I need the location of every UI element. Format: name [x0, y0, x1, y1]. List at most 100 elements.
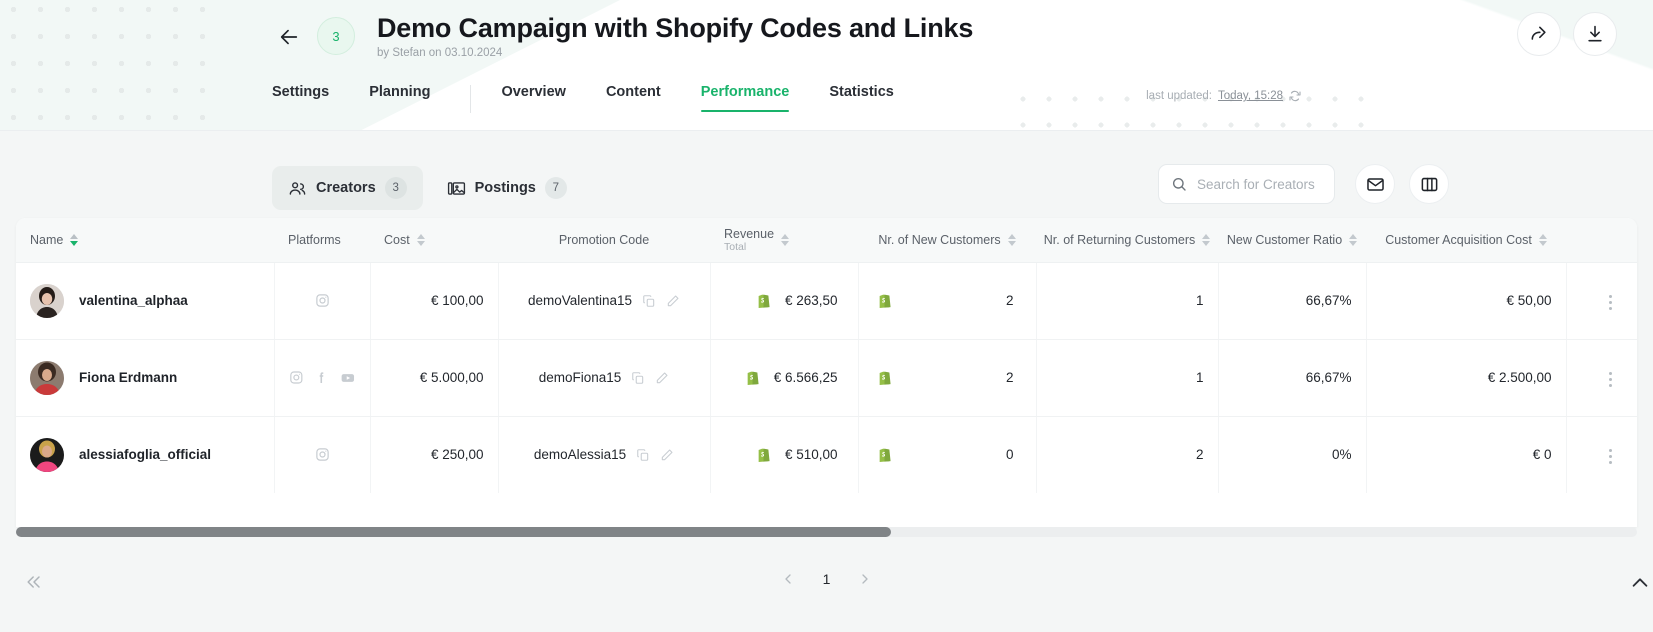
refresh-icon[interactable]	[1289, 90, 1301, 102]
cell-creator: Fiona Erdmann	[16, 339, 274, 417]
tab-content[interactable]: Content	[606, 85, 661, 113]
kebab-menu-icon[interactable]	[1603, 443, 1618, 470]
th-revenue[interactable]: Revenue Total	[710, 218, 858, 263]
avatar-image	[30, 437, 64, 472]
email-creators-button[interactable]	[1355, 164, 1395, 204]
tab-bar: Settings Planning Overview Content Perfo…	[0, 74, 1653, 131]
th-revenue-label: Revenue	[724, 226, 775, 241]
kebab-menu-icon[interactable]	[1603, 366, 1618, 393]
tab-overview[interactable]: Overview	[501, 85, 566, 113]
table-body: valentina_alphaa € 100,00 demoValentina1…	[16, 262, 1637, 493]
new-customers-value: 2	[1005, 293, 1014, 308]
download-button[interactable]	[1573, 12, 1617, 56]
chevron-left-icon	[784, 574, 791, 584]
th-cost[interactable]: Cost	[370, 218, 498, 263]
th-new-customers[interactable]: Nr. of New Customers	[858, 218, 1036, 263]
table-row[interactable]: Fiona Erdmann € 5.000,00 demoFiona15 € 6…	[16, 339, 1637, 417]
sort-toggle-new-customer-ratio[interactable]	[1349, 233, 1358, 246]
th-new-customers-label: Nr. of New Customers	[878, 232, 1001, 247]
sort-toggle-returning-customers[interactable]	[1202, 233, 1211, 246]
scroll-to-top-button[interactable]	[1623, 566, 1653, 600]
sort-toggle-new-customers[interactable]	[1007, 233, 1016, 246]
cell-cac: € 50,00	[1365, 262, 1566, 340]
tab-performance[interactable]: Performance	[700, 85, 789, 113]
pagination-current-page[interactable]: 1	[823, 571, 831, 587]
copy-icon[interactable]	[636, 448, 650, 462]
avatar	[30, 283, 64, 318]
cell-creator: alessiafoglia_official	[16, 416, 274, 493]
tab-settings[interactable]: Settings	[272, 85, 329, 113]
cell-cost: € 5.000,00	[369, 339, 498, 417]
tab-planning[interactable]: Planning	[369, 85, 430, 113]
promotion-code-value: demoFiona15	[538, 370, 622, 385]
shopify-icon	[879, 371, 891, 385]
cell-cost: € 100,00	[369, 262, 498, 340]
shopify-icon	[879, 448, 891, 463]
cell-new-customers: 2	[857, 262, 1036, 340]
cell-revenue: € 263,50	[709, 262, 858, 340]
revenue-value: € 263,50	[784, 293, 838, 308]
column-settings-button[interactable]	[1409, 164, 1449, 204]
th-row-actions	[1566, 218, 1637, 263]
promotion-code-value: demoValentina15	[527, 293, 633, 308]
cell-new-customers: 0	[857, 416, 1036, 493]
cell-new-customer-ratio: 66,67%	[1217, 339, 1366, 417]
tab-statistics[interactable]: Statistics	[829, 85, 893, 113]
scrollbar-thumb[interactable]	[16, 527, 892, 537]
revenue-value: € 6.566,25	[773, 370, 838, 385]
shopify-icon	[758, 294, 770, 308]
title-block: Demo Campaign with Shopify Codes and Lin…	[377, 13, 973, 59]
sort-toggle-revenue[interactable]	[781, 233, 790, 246]
facebook-icon	[319, 372, 324, 384]
cell-platforms	[273, 416, 370, 493]
th-cost-label: Cost	[384, 232, 410, 247]
page-title: Demo Campaign with Shopify Codes and Lin…	[377, 13, 974, 43]
sort-toggle-cac[interactable]	[1538, 233, 1547, 246]
th-new-customer-ratio-label: New Customer Ratio	[1226, 232, 1343, 247]
th-name[interactable]: Name	[16, 218, 274, 263]
columns-layout-icon	[1421, 177, 1437, 191]
download-icon	[1588, 25, 1602, 42]
pencil-icon[interactable]	[660, 448, 674, 462]
share-button[interactable]	[1517, 12, 1561, 56]
table-footer: 1	[0, 546, 1653, 632]
cell-row-actions	[1565, 416, 1637, 493]
search-input[interactable]	[1197, 176, 1317, 192]
toggle-creators-label: Creators	[316, 180, 376, 196]
copy-icon[interactable]	[642, 294, 656, 308]
toggle-postings[interactable]: Postings 7	[431, 166, 583, 210]
avatar	[30, 360, 64, 395]
instagram-icon	[315, 448, 329, 461]
cell-cac: € 0	[1365, 416, 1566, 493]
app-root: 3 Demo Campaign with Shopify Codes and L…	[0, 0, 1653, 632]
pagination-prev[interactable]	[777, 568, 799, 590]
th-cac[interactable]: Customer Acquisition Cost	[1366, 218, 1566, 263]
images-icon	[447, 181, 465, 195]
table-row[interactable]: valentina_alphaa € 100,00 demoValentina1…	[16, 262, 1637, 340]
cell-row-actions	[1565, 339, 1637, 417]
avatar	[30, 437, 64, 472]
sort-toggle-name[interactable]	[70, 233, 79, 246]
th-returning-customers[interactable]: Nr. of Returning Customers	[1036, 218, 1218, 263]
toggle-creators[interactable]: Creators 3	[272, 166, 423, 210]
table-header-row: Name Platforms Cost Promotion Code Reven…	[16, 218, 1637, 263]
pencil-icon[interactable]	[655, 371, 669, 385]
cell-revenue: € 510,00	[709, 416, 858, 493]
table-horizontal-scrollbar[interactable]	[16, 527, 1637, 537]
sort-toggle-cost[interactable]	[416, 233, 425, 246]
cell-new-customers: 2	[857, 339, 1036, 417]
last-updated-time[interactable]: Today, 15:28	[1218, 90, 1283, 102]
cell-row-actions	[1565, 262, 1637, 340]
entity-toggle-group: Creators 3 Postings 7	[272, 166, 583, 210]
copy-icon[interactable]	[631, 371, 645, 385]
toggle-creators-count: 3	[384, 177, 407, 199]
search-box[interactable]	[1158, 164, 1335, 204]
pagination-next[interactable]	[854, 568, 876, 590]
th-new-customer-ratio[interactable]: New Customer Ratio	[1218, 218, 1366, 263]
table-row[interactable]: alessiafoglia_official € 250,00 demoAles…	[16, 416, 1637, 493]
th-platforms: Platforms	[274, 218, 370, 263]
kebab-menu-icon[interactable]	[1603, 289, 1618, 316]
back-button[interactable]	[272, 20, 306, 54]
header-top-row: 3 Demo Campaign with Shopify Codes and L…	[0, 0, 1653, 74]
pencil-icon[interactable]	[666, 294, 680, 308]
